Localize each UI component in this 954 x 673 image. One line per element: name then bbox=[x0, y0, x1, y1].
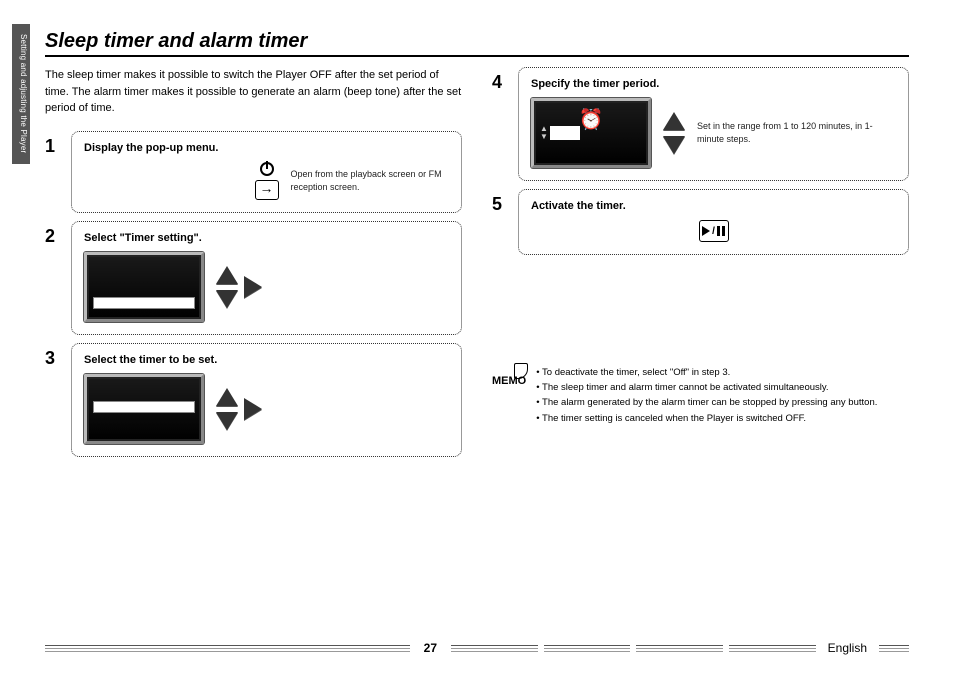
right-button-icon bbox=[244, 276, 262, 298]
step-number: 1 bbox=[45, 131, 61, 155]
step-1: 1 Display the pop-up menu. Open from the… bbox=[45, 131, 462, 213]
language-label: English bbox=[824, 641, 871, 655]
step-number: 3 bbox=[45, 343, 61, 367]
page-number: 27 bbox=[418, 641, 443, 655]
power-icon bbox=[260, 162, 274, 176]
step-5: 5 Activate the timer. / bbox=[492, 189, 909, 255]
step-title: Display the pop-up menu. bbox=[84, 142, 449, 154]
memo-item: The timer setting is canceled when the P… bbox=[536, 411, 877, 426]
up-button-icon bbox=[663, 112, 685, 130]
player-screen: ⏰ ▲▼ bbox=[531, 98, 651, 168]
step-desc: Open from the playback screen or FM rece… bbox=[291, 168, 450, 193]
step-number: 2 bbox=[45, 221, 61, 245]
player-screen bbox=[84, 374, 204, 444]
page-title: Sleep timer and alarm timer bbox=[45, 30, 909, 57]
section-tab: Setting and adjusting the Player bbox=[12, 24, 30, 164]
player-screen bbox=[84, 252, 204, 322]
menu-icon bbox=[255, 180, 279, 200]
step-4: 4 Specify the timer period. ⏰ ▲▼ bbox=[492, 67, 909, 181]
step-desc: Set in the range from 1 to 120 minutes, … bbox=[697, 120, 896, 145]
step-title: Activate the timer. bbox=[531, 200, 896, 212]
up-button-icon bbox=[216, 266, 238, 284]
memo-label: MEMO bbox=[492, 365, 526, 426]
step-title: Select the timer to be set. bbox=[84, 354, 449, 366]
memo-item: The sleep timer and alarm timer cannot b… bbox=[536, 380, 877, 395]
down-button-icon bbox=[663, 136, 685, 154]
page-footer: 27 English bbox=[45, 641, 909, 655]
up-button-icon bbox=[216, 388, 238, 406]
intro-text: The sleep timer makes it possible to swi… bbox=[45, 67, 462, 117]
memo-list: To deactivate the timer, select "Off" in… bbox=[536, 365, 877, 426]
memo-item: The alarm generated by the alarm timer c… bbox=[536, 395, 877, 410]
down-button-icon bbox=[216, 290, 238, 308]
down-button-icon bbox=[216, 412, 238, 430]
memo-item: To deactivate the timer, select "Off" in… bbox=[536, 365, 877, 380]
step-number: 5 bbox=[492, 189, 508, 213]
step-title: Select "Timer setting". bbox=[84, 232, 449, 244]
step-title: Specify the timer period. bbox=[531, 78, 896, 90]
step-2: 2 Select "Timer setting". bbox=[45, 221, 462, 335]
memo-block: MEMO To deactivate the timer, select "Of… bbox=[492, 365, 909, 426]
step-3: 3 Select the timer to be set. bbox=[45, 343, 462, 457]
play-pause-button-icon: / bbox=[699, 220, 729, 242]
right-button-icon bbox=[244, 398, 262, 420]
step-number: 4 bbox=[492, 67, 508, 91]
